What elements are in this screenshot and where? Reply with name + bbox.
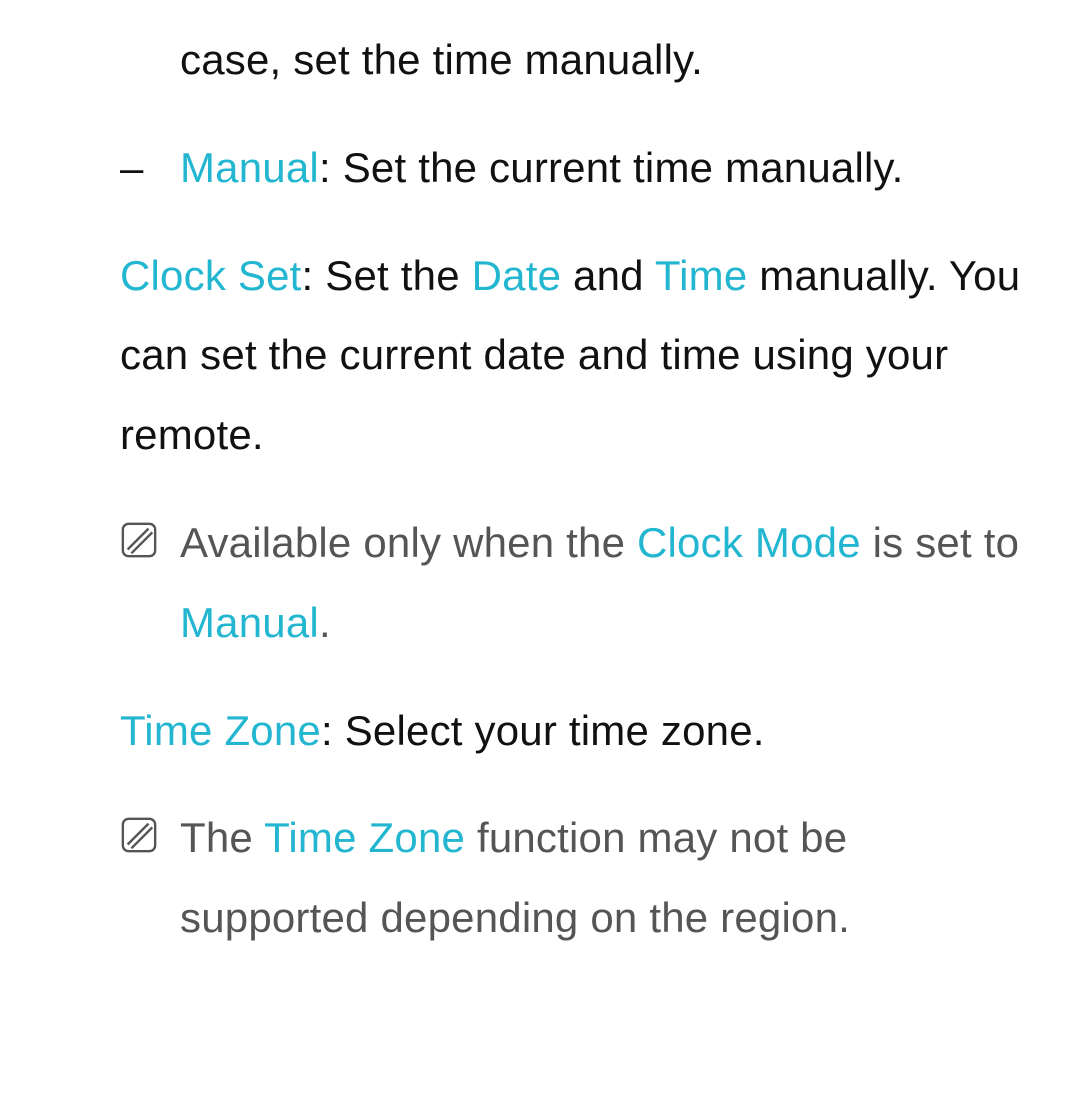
clock-set-text-2: and <box>561 252 655 299</box>
note1-text-2: is set to <box>861 519 1019 566</box>
previous-line-fragment: case, set the time manually. <box>40 20 1040 100</box>
note-body: Available only when the Clock Mode is se… <box>180 503 1040 663</box>
clock-set-paragraph: Clock Set: Set the Date and Time manuall… <box>40 236 1040 475</box>
note1-text-1: Available only when the <box>180 519 637 566</box>
date-label: Date <box>472 252 562 299</box>
note2-text-1: The <box>180 814 264 861</box>
time-zone-ref-label: Time Zone <box>264 814 465 861</box>
note-icon <box>120 798 180 958</box>
note-clock-mode: Available only when the Clock Mode is se… <box>40 503 1040 663</box>
clock-set-label: Clock Set <box>120 252 302 299</box>
manual-label: Manual <box>180 144 319 191</box>
text-fragment: case, set the time manually. <box>180 36 703 83</box>
note-body: The Time Zone function may not be suppor… <box>180 798 1040 958</box>
manual-list-item: – Manual: Set the current time manually. <box>40 128 1040 208</box>
time-zone-desc: : Select your time zone. <box>321 707 765 754</box>
note-icon <box>120 503 180 663</box>
clock-mode-label: Clock Mode <box>637 519 861 566</box>
note-icon-svg <box>120 521 158 559</box>
time-zone-paragraph: Time Zone: Select your time zone. <box>40 691 1040 771</box>
clock-set-text-1: : Set the <box>302 252 472 299</box>
manual-desc: : Set the current time manually. <box>319 144 904 191</box>
time-label: Time <box>655 252 748 299</box>
dash-bullet: – <box>120 128 180 208</box>
time-zone-label: Time Zone <box>120 707 321 754</box>
note1-text-3: . <box>319 599 331 646</box>
note-time-zone: The Time Zone function may not be suppor… <box>40 798 1040 958</box>
manual-page: case, set the time manually. – Manual: S… <box>0 0 1080 1016</box>
manual-item-body: Manual: Set the current time manually. <box>180 128 1040 208</box>
manual-value-label: Manual <box>180 599 319 646</box>
note-icon-svg <box>120 816 158 854</box>
